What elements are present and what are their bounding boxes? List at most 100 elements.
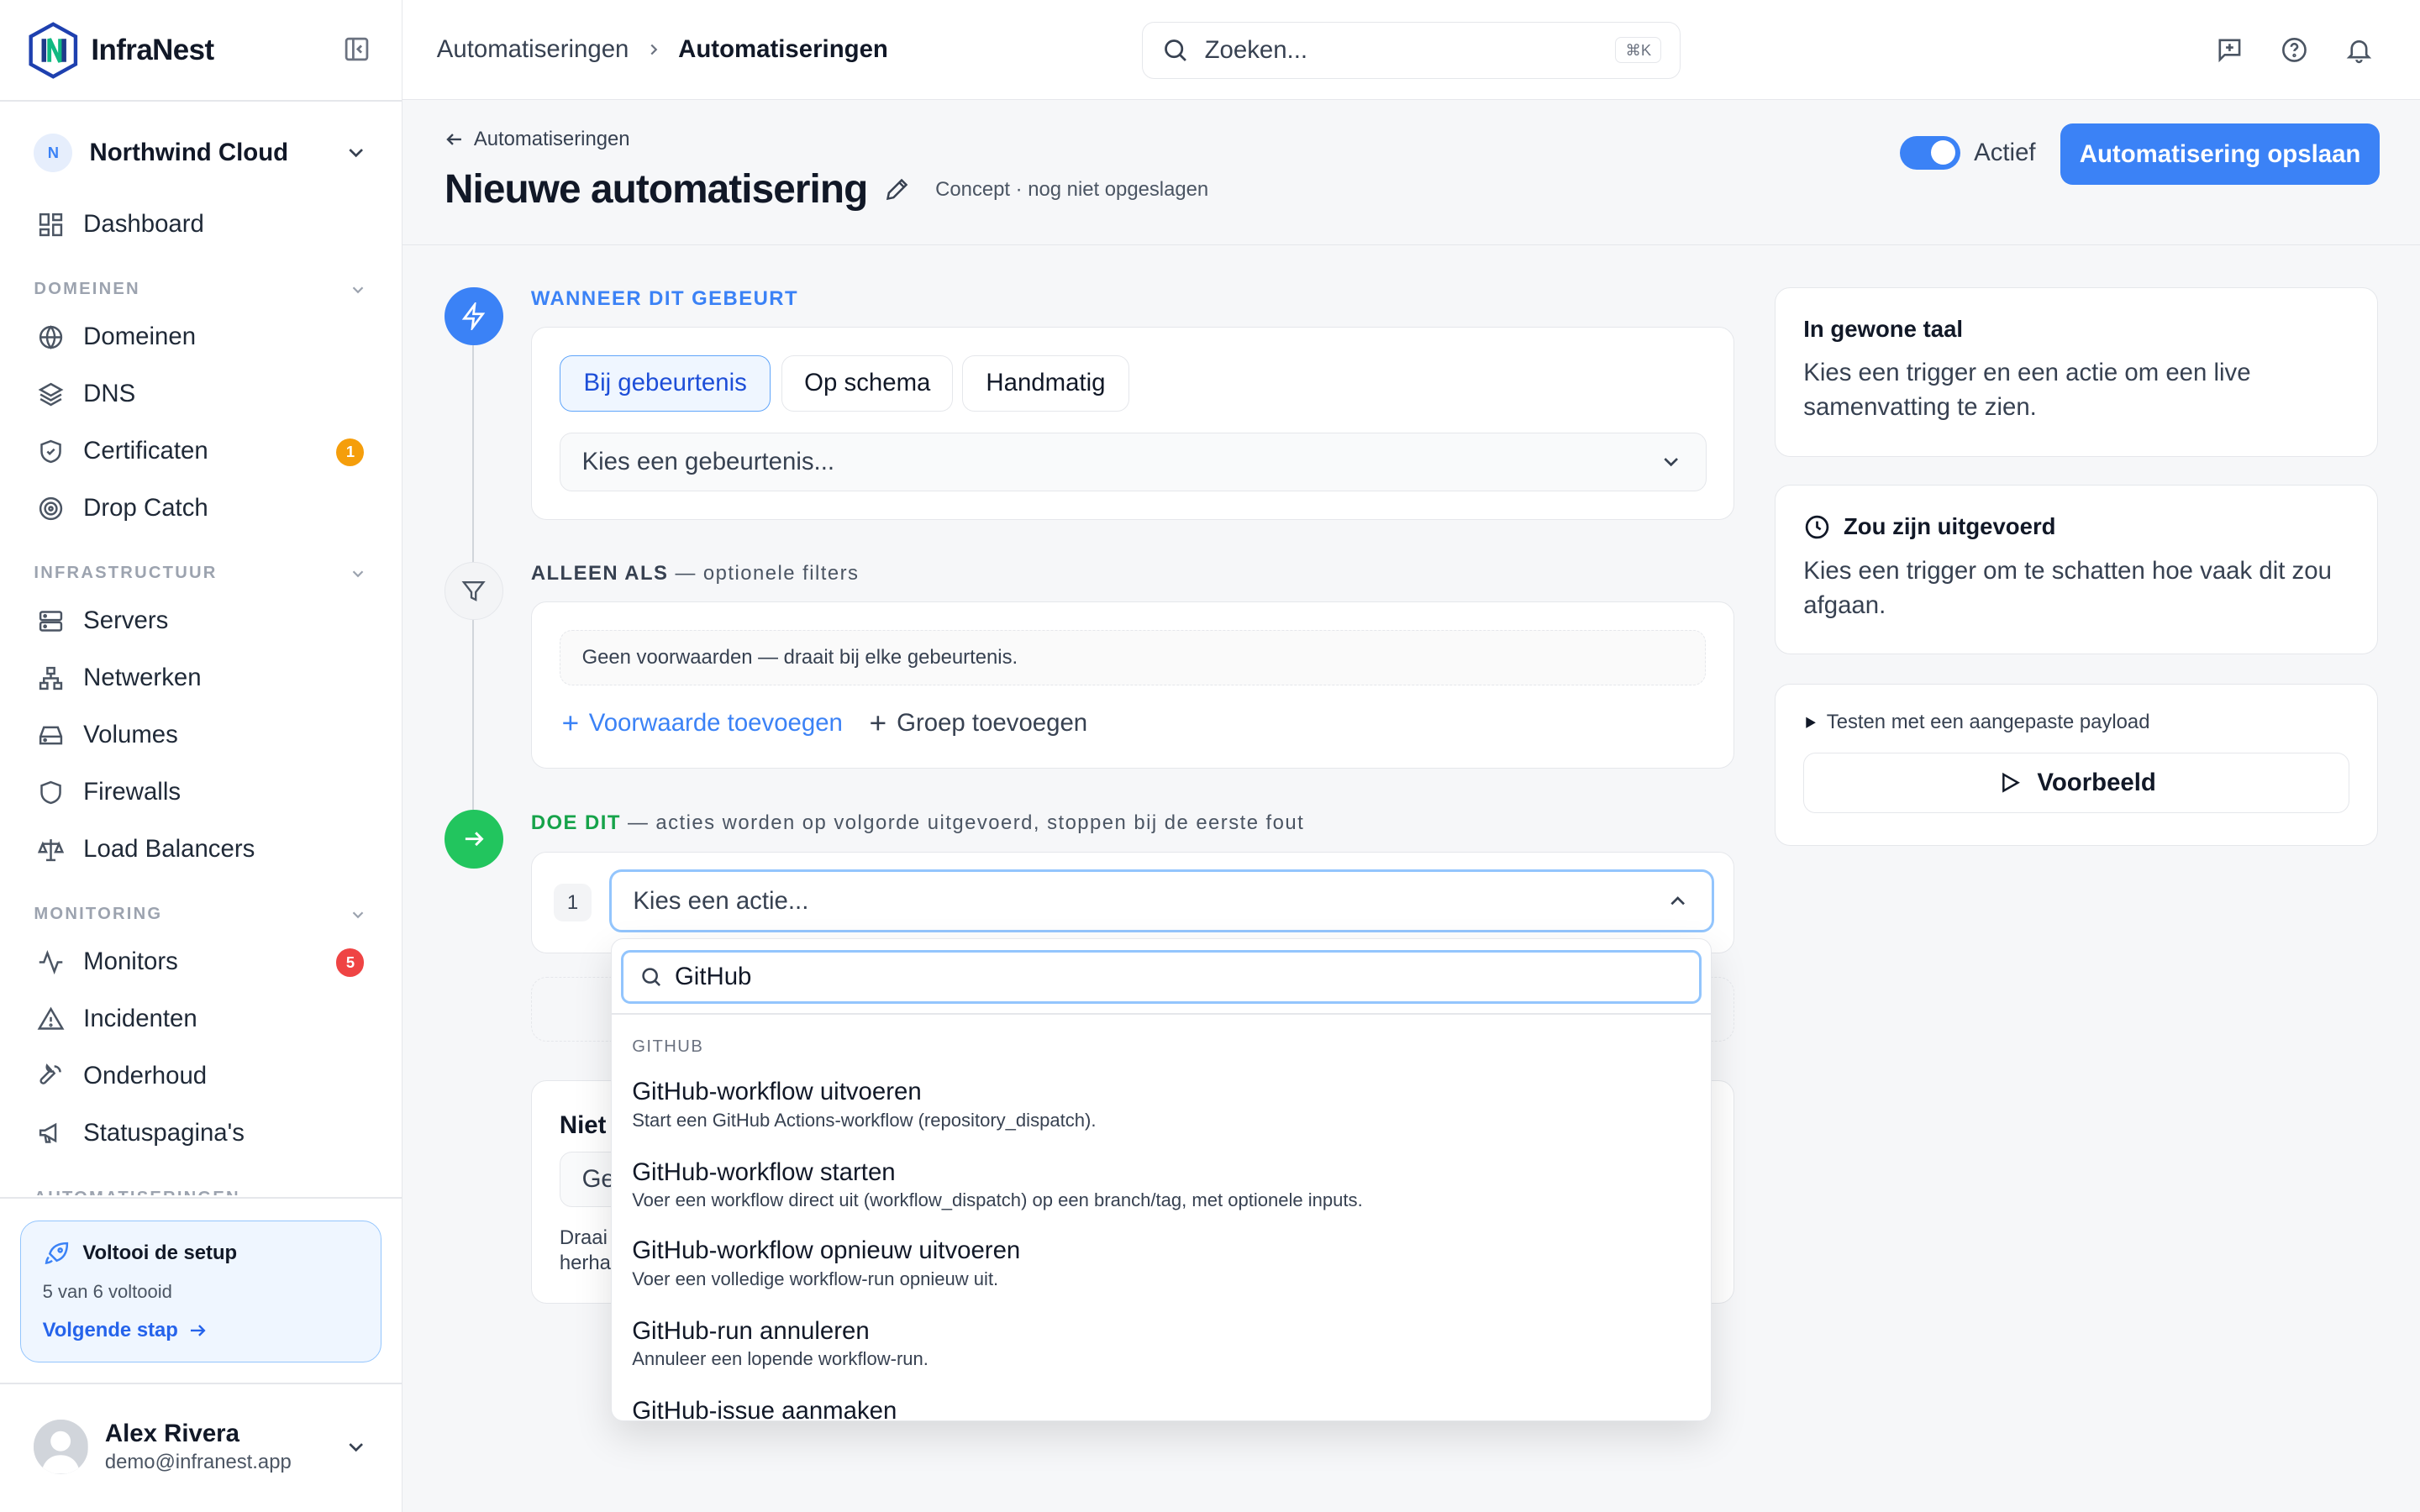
workspace-avatar: N (34, 133, 73, 172)
tab-op-schema[interactable]: Op schema (781, 355, 954, 412)
option-title: GitHub-workflow opnieuw uitvoeren (632, 1236, 1021, 1265)
would-run-title: Zou zijn uitgevoerd (1843, 513, 2056, 540)
sidebar-section-infrastructuur[interactable]: INFRASTRUCTUUR (0, 537, 402, 592)
empty-conditions: Geen voorwaarden — draait bij elke gebeu… (559, 630, 1707, 686)
section-title: INFRASTRUCTUUR (34, 564, 218, 583)
sidebar-section-automatiseringen[interactable]: AUTOMATISERINGEN (0, 1162, 402, 1195)
globe-icon (37, 323, 65, 351)
active-toggle[interactable]: Actief (1899, 135, 2036, 171)
dropdown-option[interactable]: GitHub-run annuleren Annuleer een lopende… (632, 1317, 1691, 1371)
scale-icon (37, 836, 65, 864)
sidebar-item-load-balancers[interactable]: Load Balancers (0, 821, 402, 878)
sidebar-item-dashboard[interactable]: Dashboard (0, 196, 402, 253)
sidebar-item-servers[interactable]: Servers (0, 592, 402, 649)
add-group-button[interactable]: Groep toevoegen (867, 709, 1087, 738)
sidebar: InfraNest N Northwind Cloud Dashboard DO… (0, 0, 403, 1512)
sidebar-item-incidenten[interactable]: Incidenten (0, 990, 402, 1047)
sidebar-item-certificaten[interactable]: Certificaten 1 (0, 423, 402, 480)
help-icon[interactable] (2280, 35, 2309, 65)
breadcrumb: Automatiseringen Automatiseringen (437, 35, 888, 64)
dropdown-group-label: GITHUB (632, 1037, 704, 1057)
sidebar-item-domeinen[interactable]: Domeinen (0, 308, 402, 365)
card-help: Draai herha (560, 1226, 611, 1275)
sidebar-item-label: Incidenten (83, 1005, 197, 1033)
divider (612, 1012, 1711, 1015)
search-icon (1161, 36, 1189, 64)
count-badge: 5 (336, 948, 365, 977)
logo[interactable]: InfraNest (28, 21, 214, 79)
sidebar-item-drop-catch[interactable]: Drop Catch (0, 480, 402, 537)
sidebar-item-label: DNS (83, 380, 136, 408)
back-link[interactable]: Automatiseringen (445, 128, 630, 151)
chevron-up-icon (1665, 889, 1690, 913)
rocket-icon (43, 1240, 71, 1268)
sidebar-item-label: Certificaten (83, 437, 208, 465)
sidebar-section-monitoring[interactable]: MONITORING (0, 878, 402, 933)
dropdown-option[interactable]: GitHub-workflow opnieuw uitvoeren Voer ee… (632, 1236, 1691, 1290)
section-title: MONITORING (34, 905, 163, 924)
draft-status: Concept · nog niet opgeslagen (935, 177, 1209, 201)
arrow-right-icon (444, 810, 503, 869)
trigger-card: Bij gebeurtenis Op schema Handmatig Kies… (530, 327, 1735, 520)
dropdown-option[interactable]: GitHub-issue aanmaken (632, 1397, 1691, 1420)
sidebar-item-firewalls[interactable]: Firewalls (0, 764, 402, 821)
sidebar-item-onderhoud[interactable]: Onderhoud (0, 1047, 402, 1105)
plain-language-text: Kies een trigger en een actie om een liv… (1803, 359, 2251, 421)
filters-sublabel: — optionele filters (668, 561, 860, 585)
user-menu[interactable]: Alex Rivera demo@infranest.app (34, 1420, 368, 1475)
sidebar-item-statuspaginas[interactable]: Statuspagina's (0, 1105, 402, 1162)
sidebar-item-label: Domeinen (83, 323, 197, 351)
feedback-icon[interactable] (2215, 35, 2244, 65)
dropdown-option[interactable]: GitHub-workflow uitvoeren Start een GitHu… (632, 1078, 1691, 1131)
workspace-switcher[interactable]: N Northwind Cloud (34, 133, 368, 173)
sidebar-item-dns[interactable]: DNS (0, 365, 402, 423)
megaphone-icon (37, 1119, 65, 1147)
option-description: Voer een workflow direct uit (workflow_d… (632, 1189, 1363, 1211)
search-input[interactable]: Zoeken... ⌘K (1142, 21, 1681, 79)
chevron-down-icon (349, 1189, 367, 1195)
dropdown-option[interactable]: GitHub-workflow starten Voer een workflow… (632, 1158, 1691, 1212)
option-description: Voer een volledige workflow-run opnieuw … (632, 1268, 999, 1289)
card-field-text: Ge (581, 1165, 615, 1194)
dropdown-search-input[interactable]: GitHub (621, 949, 1702, 1004)
edit-pencil-icon[interactable] (883, 176, 911, 203)
sidebar-item-label: Dashboard (83, 210, 204, 239)
preview-button[interactable]: Voorbeeld (1803, 752, 2350, 813)
breadcrumb-item[interactable]: Automatiseringen (437, 35, 629, 64)
add-condition-button[interactable]: Voorwaarde toevoegen (560, 709, 843, 738)
event-select[interactable]: Kies een gebeurtenis... (559, 433, 1707, 492)
tab-handmatig[interactable]: Handmatig (962, 355, 1129, 412)
active-label: Actief (1974, 138, 2036, 166)
sidebar-item-label: Monitors (83, 948, 178, 976)
sidebar-item-netwerken[interactable]: Netwerken (0, 649, 402, 706)
topbar: Automatiseringen Automatiseringen Zoeken… (402, 0, 2420, 101)
search-shortcut: ⌘K (1615, 37, 1662, 64)
sidebar-collapse-icon[interactable] (343, 35, 371, 63)
next-step-link[interactable]: Volgende stap (43, 1319, 359, 1342)
app-name: InfraNest (91, 33, 214, 66)
timeline-line (472, 345, 474, 571)
divider (0, 1197, 402, 1200)
tab-bij-gebeurtenis[interactable]: Bij gebeurtenis (559, 355, 771, 412)
save-automation-button[interactable]: Automatisering opslaan (2060, 123, 2381, 186)
would-run-text: Kies een trigger om te schatten hoe vaak… (1803, 557, 2332, 619)
option-title: GitHub-workflow uitvoeren (632, 1078, 922, 1105)
sidebar-item-monitors[interactable]: Monitors 5 (0, 933, 402, 990)
divider (0, 1382, 402, 1384)
chevron-down-icon (349, 281, 367, 299)
toggle-switch[interactable] (1899, 135, 1960, 171)
action-select[interactable]: Kies een actie... (608, 869, 1714, 933)
bell-icon[interactable] (2344, 35, 2374, 65)
test-summary: Testen met een aangepaste payload (1826, 710, 2150, 733)
sidebar-item-label: Firewalls (83, 778, 182, 806)
option-description: Start een GitHub Actions-workflow (repos… (632, 1109, 1097, 1131)
sidebar-item-volumes[interactable]: Volumes (0, 706, 402, 764)
topbar-actions (2215, 35, 2374, 65)
sidebar-section-domeinen[interactable]: DOMEINEN (0, 253, 402, 308)
test-disclosure[interactable]: Testen met een aangepaste payload (1803, 711, 2349, 734)
sidebar-item-label: Load Balancers (83, 835, 255, 864)
caret-right-icon (1803, 716, 1818, 730)
search-placeholder: Zoeken... (1204, 35, 1308, 64)
test-card: Testen met een aangepaste payload Voorbe… (1775, 683, 2379, 846)
arrow-right-icon (187, 1320, 208, 1341)
